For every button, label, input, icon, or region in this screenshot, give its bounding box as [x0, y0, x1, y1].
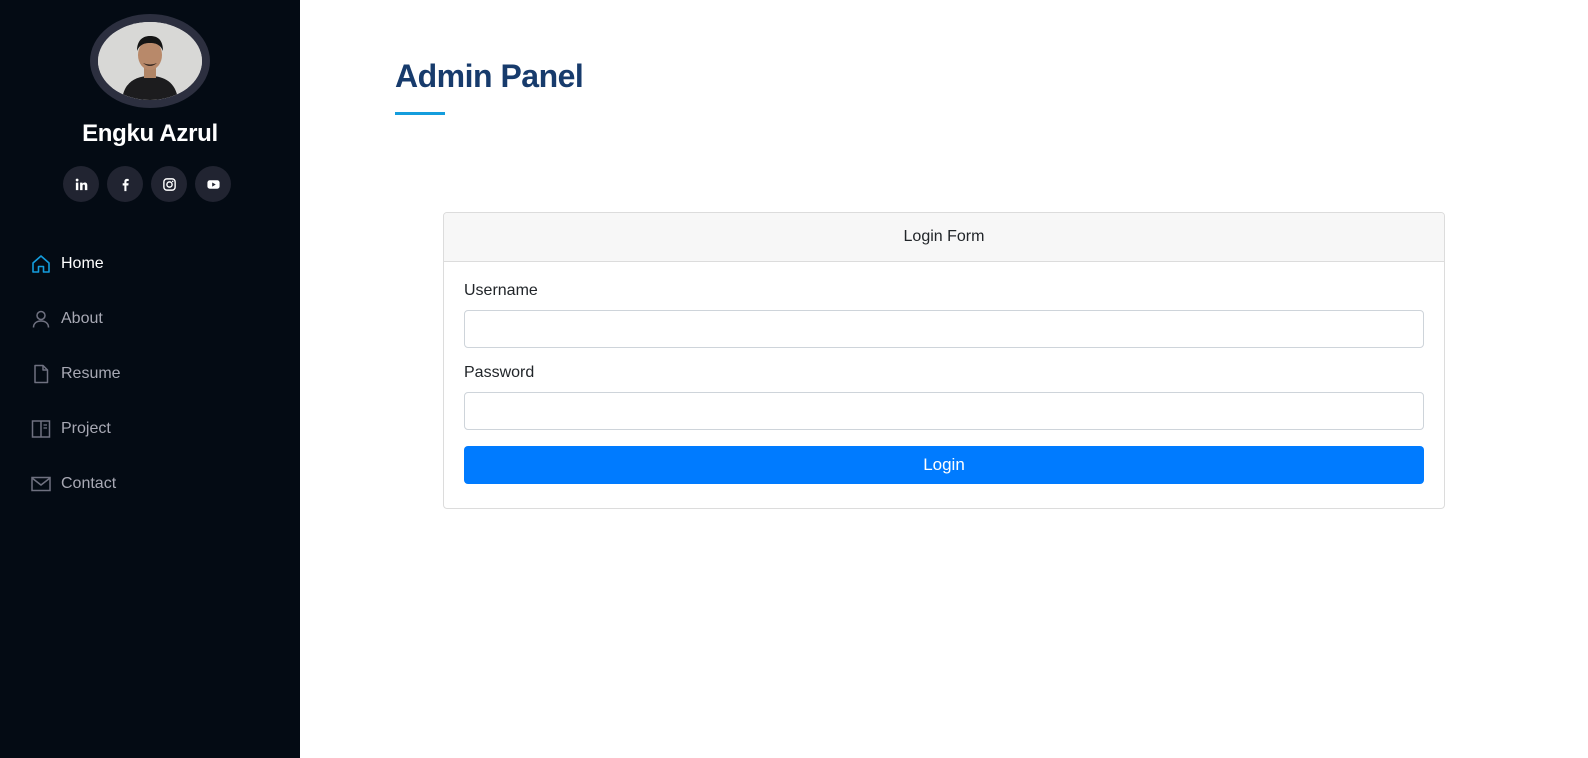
- social-links: [63, 166, 231, 202]
- sidebar-nav: Home About Resume Project Contact: [30, 236, 290, 511]
- linkedin-link[interactable]: [63, 166, 99, 202]
- password-input[interactable]: [464, 392, 1424, 430]
- nav-item-label: About: [61, 309, 103, 327]
- login-button[interactable]: Login: [464, 446, 1424, 484]
- nav-item-resume[interactable]: Resume: [30, 346, 290, 401]
- username-input[interactable]: [464, 310, 1424, 348]
- envelope-icon: [30, 473, 52, 495]
- youtube-link[interactable]: [195, 166, 231, 202]
- instagram-icon: [162, 177, 176, 191]
- username-label: Username: [464, 282, 538, 299]
- file-icon: [30, 363, 52, 385]
- nav-item-contact[interactable]: Contact: [30, 456, 290, 511]
- person-icon: [30, 308, 52, 330]
- profile-name: Engku Azrul: [82, 120, 218, 147]
- title-underline: [395, 112, 445, 115]
- profile-photo: [98, 22, 202, 100]
- nav-item-home[interactable]: Home: [30, 236, 290, 291]
- nav-item-label: Resume: [61, 364, 121, 382]
- nav-item-label: Contact: [61, 474, 117, 492]
- book-icon: [30, 418, 52, 440]
- nav-item-project[interactable]: Project: [30, 401, 290, 456]
- youtube-icon: [206, 179, 220, 189]
- nav-item-about[interactable]: About: [30, 291, 290, 346]
- login-card-body: Username Password Login: [444, 262, 1444, 504]
- page-title: Admin Panel: [395, 58, 584, 94]
- nav-item-label: Project: [61, 419, 111, 437]
- password-label: Password: [464, 364, 535, 381]
- home-icon: [30, 253, 52, 275]
- username-group: Username: [464, 282, 1424, 348]
- login-card: Login Form Username Password Login: [443, 212, 1445, 509]
- facebook-icon: [122, 178, 129, 191]
- sidebar: Engku Azrul Home About Resume Project Co…: [0, 0, 300, 758]
- nav-item-label: Home: [61, 254, 104, 272]
- password-group: Password: [464, 364, 1424, 430]
- facebook-link[interactable]: [107, 166, 143, 202]
- avatar: [90, 14, 210, 108]
- instagram-link[interactable]: [151, 166, 187, 202]
- main-content: Admin Panel Login Form Username Password…: [300, 0, 1588, 758]
- linkedin-icon: [75, 178, 87, 190]
- login-card-header: Login Form: [444, 213, 1444, 262]
